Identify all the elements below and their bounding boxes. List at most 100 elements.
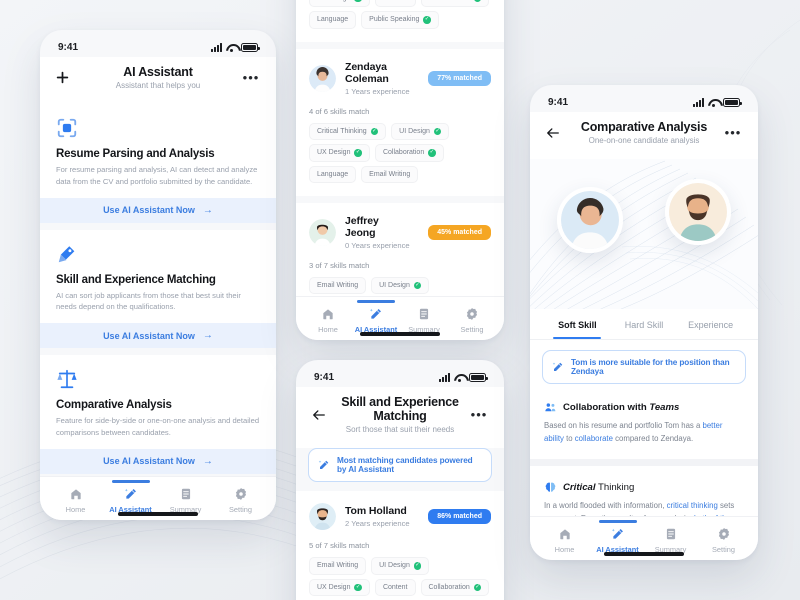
more-options-icon[interactable]: •••	[470, 408, 488, 421]
magnifier-skill-icon	[56, 243, 78, 265]
status-time: 9:41	[314, 372, 335, 383]
candidate-experience: 2 Years experience	[345, 519, 410, 528]
tab-ai-assistant[interactable]: AI Assistant	[591, 520, 644, 554]
active-tab-indicator	[357, 300, 395, 303]
verdict-text: Tom is more suitable for the position th…	[571, 358, 730, 376]
skill-tag-list: Email Writing UI Design✓ UX Design✓ Cont…	[309, 0, 491, 29]
more-options-icon[interactable]: •••	[724, 126, 742, 139]
skill-label: Collaboration	[429, 0, 470, 2]
feature-card-resume-parsing[interactable]: Resume Parsing and Analysis For resume p…	[40, 104, 276, 223]
home-indicator	[604, 552, 684, 556]
tab-home[interactable]: Home	[48, 486, 103, 514]
tab-ai-assistant[interactable]: AI Assistant	[103, 480, 158, 514]
tab-hard-skill[interactable]: Hard Skill	[611, 309, 678, 339]
tab-experience[interactable]: Experience	[677, 309, 744, 339]
avatar	[309, 218, 336, 246]
use-ai-assistant-button[interactable]: Use AI Assistant Now →	[40, 323, 276, 349]
tab-label: Setting	[711, 545, 735, 554]
gear-icon	[213, 486, 268, 502]
candidate-experience: 0 Years experience	[345, 240, 410, 250]
tab-summary[interactable]: Summary	[644, 526, 697, 554]
feature-description: For resume parsing and analysis, AI can …	[56, 165, 258, 186]
tab-setting[interactable]: Setting	[697, 526, 750, 554]
skill-tag: UX Design✓	[309, 0, 370, 7]
magic-wand-icon	[318, 459, 330, 471]
active-tab-indicator	[598, 520, 637, 523]
match-summary: 3 of 7 skills match	[309, 260, 370, 270]
phone-ai-assistant: 9:41 AI Assistant Assistant that helps y…	[40, 30, 276, 520]
feature-description: Feature for side-by-side or one-on-one a…	[56, 416, 260, 437]
check-icon: ✓	[354, 0, 362, 2]
document-icon	[158, 486, 213, 502]
tab-summary[interactable]: Summary	[400, 306, 448, 334]
arrow-right-icon: →	[202, 455, 213, 467]
wifi-icon	[708, 98, 719, 107]
tab-ai-assistant[interactable]: AI Assistant	[352, 300, 400, 334]
scales-icon	[56, 368, 78, 390]
tab-home[interactable]: Home	[304, 306, 352, 334]
teams-icon	[544, 401, 557, 414]
phone-matching-list-top: 5 of 7 skills match Email Writing UI Des…	[296, 0, 504, 340]
back-arrow-icon[interactable]	[546, 127, 564, 139]
arrow-right-icon: →	[202, 330, 213, 342]
tab-label: Home	[65, 505, 86, 514]
insight-title-italic: Teams	[649, 402, 680, 413]
tab-label: Setting	[460, 325, 484, 334]
phone-comparative-analysis: 9:41 Comparative Analysis One-on-one can…	[530, 85, 758, 560]
skill-tag-list: Email Writing UI Design✓ UX Design✓ Cont…	[309, 557, 491, 600]
feature-title: Resume Parsing and Analysis	[56, 148, 215, 160]
tab-summary[interactable]: Summary	[158, 486, 213, 514]
app-bar: Skill and Experience Matching Sort those…	[296, 387, 504, 448]
tab-soft-skill[interactable]: Soft Skill	[544, 309, 611, 339]
match-summary: 4 of 6 skills match	[309, 106, 370, 116]
skill-tag: Collaboration✓	[420, 0, 490, 7]
feature-card-skill-matching[interactable]: Skill and Experience Matching AI can sor…	[40, 229, 276, 349]
plus-icon[interactable]	[56, 71, 74, 84]
skill-tag: Language	[309, 11, 357, 29]
candidate-experience: 1 Years experience	[345, 86, 410, 96]
skill-tag: Public Speaking ✓	[361, 11, 439, 29]
skill-tag: UX Design✓	[309, 578, 370, 596]
feature-card-comparative-analysis[interactable]: Comparative Analysis Feature for side-by…	[40, 355, 276, 474]
avatar-candidate-tom[interactable]	[665, 179, 731, 245]
insight-collaboration: Collaboration with Teams Based on his re…	[530, 386, 758, 459]
candidate-card-zendaya[interactable]: Zendaya Coleman 1 Years experience 77% m…	[296, 48, 504, 196]
check-icon: ✓	[433, 127, 442, 135]
page-title: Comparative Analysis	[580, 120, 708, 134]
candidate-name: Zendaya Coleman	[345, 60, 389, 85]
insight-title-plain: Collaboration with	[563, 402, 650, 413]
ai-suggestion-banner[interactable]: Most matching candidates powered by AI A…	[308, 448, 492, 482]
candidate-card-tom[interactable]: Tom Holland 2 Years experience 86% match…	[296, 491, 504, 600]
skill-tag: Critical Thinking ✓	[309, 122, 387, 140]
bottom-tab-bar: Home AI Assistant Summary Setting	[40, 476, 276, 520]
skill-tag: Email Writing	[361, 165, 419, 183]
avatar-candidate-zendaya[interactable]	[557, 187, 623, 253]
cellular-signal-icon	[693, 98, 704, 107]
ai-verdict-banner[interactable]: Tom is more suitable for the position th…	[542, 350, 746, 384]
skill-label: UI Design	[379, 281, 410, 289]
skill-tag: Content	[374, 0, 416, 7]
skill-tag: Collaboration✓	[420, 578, 490, 596]
back-arrow-icon[interactable]	[312, 409, 330, 421]
active-tab-indicator	[111, 480, 150, 483]
tab-setting[interactable]: Setting	[448, 306, 496, 334]
skill-label: Email Writing	[369, 170, 411, 178]
page-title: Skill and Experience Matching	[341, 395, 459, 423]
page-title: AI Assistant	[123, 65, 193, 79]
tab-label: Setting	[228, 505, 252, 514]
arrow-right-icon: →	[202, 204, 213, 216]
tab-home[interactable]: Home	[538, 526, 591, 554]
skill-label: Public Speaking	[369, 16, 420, 24]
match-summary: 5 of 7 skills match	[309, 541, 370, 550]
skill-label: UX Design	[317, 149, 351, 157]
use-ai-assistant-button[interactable]: Use AI Assistant Now →	[40, 197, 276, 223]
skill-label: Content	[382, 583, 408, 591]
match-badge: 45% matched	[428, 224, 491, 240]
tab-setting[interactable]: Setting	[213, 486, 268, 514]
use-ai-assistant-button[interactable]: Use AI Assistant Now →	[40, 448, 276, 474]
document-icon	[644, 526, 697, 542]
skill-tag: UX Design✓	[309, 144, 370, 162]
check-icon: ✓	[370, 127, 379, 135]
more-options-icon[interactable]: •••	[242, 71, 260, 84]
candidate-card-partial[interactable]: 5 of 7 skills match Email Writing UI Des…	[296, 0, 504, 42]
